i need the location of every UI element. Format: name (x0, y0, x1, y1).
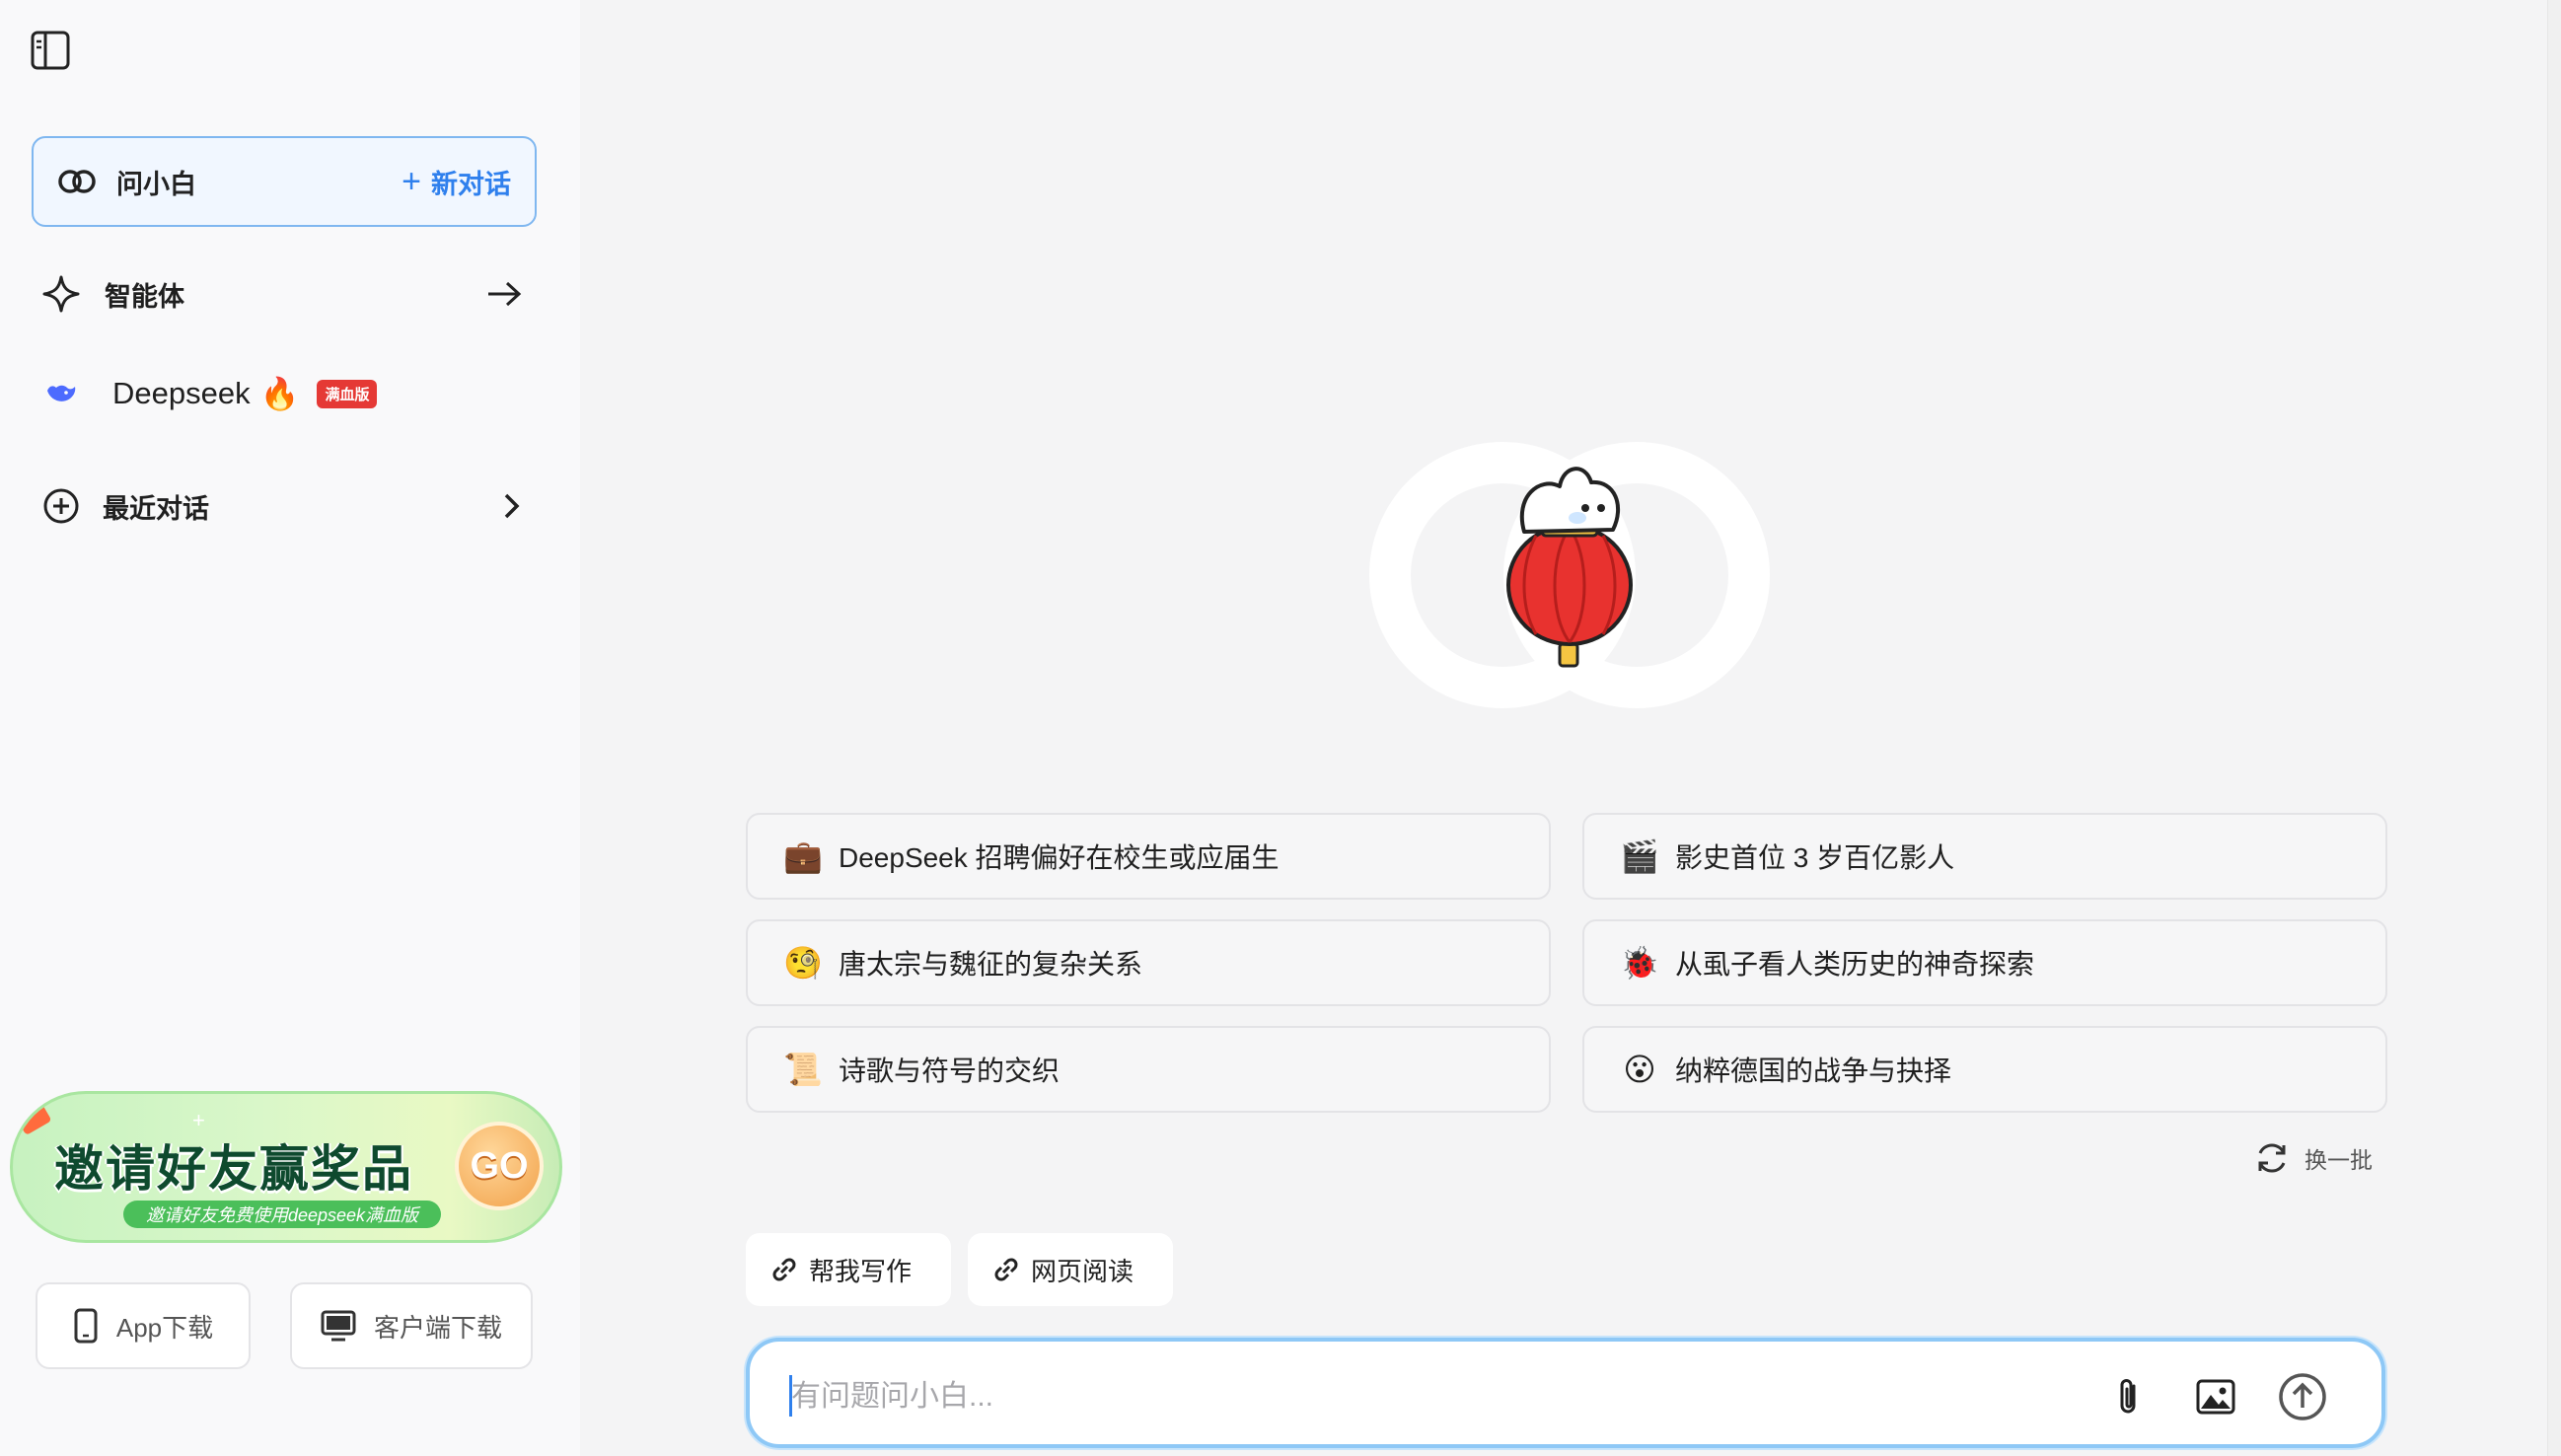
refresh-icon (2258, 1143, 2286, 1173)
suggestion-text: 唐太宗与魏征的复杂关系 (839, 949, 1143, 980)
suggestion-card[interactable]: 🎬 影史首位 3 岁百亿影人 (1582, 813, 2387, 900)
deepseek-whale-icon (39, 372, 83, 415)
sidebar-item-label: 智能体 (105, 281, 184, 312)
new-chat-label: 新对话 (431, 169, 511, 199)
link-icon (772, 1258, 796, 1281)
fire-icon: 🔥 (259, 376, 300, 411)
suggestion-text: 纳粹德国的战争与抉择 (1675, 1056, 1952, 1086)
suggestion-card[interactable]: 😮 纳粹德国的战争与抉择 (1582, 1026, 2387, 1113)
suggestion-text: 诗歌与符号的交织 (839, 1056, 1061, 1086)
chip-label: 网页阅读 (1031, 1256, 1134, 1286)
refresh-label: 换一批 (2305, 1147, 2373, 1173)
xiaobai-lantern-mascot-icon (1369, 442, 1770, 708)
promo-title: 邀请好友赢奖品 (54, 1140, 413, 1198)
full-version-badge: 满血版 (317, 379, 378, 408)
invite-friends-banner[interactable]: + 邀请好友赢奖品 邀请好友免费使用deepseek满血版 GO (10, 1091, 562, 1243)
bug-icon: 🐞 (1620, 945, 1659, 981)
page-scrollbar[interactable] (2547, 0, 2561, 1456)
monitor-icon (321, 1310, 356, 1342)
app-download-label: App下载 (115, 1312, 214, 1343)
help-me-write-button[interactable]: 帮我写作 (746, 1233, 951, 1306)
message-input-box (746, 1338, 2385, 1448)
upload-image-button[interactable] (2186, 1367, 2245, 1426)
chat-entry-xiaobai[interactable]: 问小白 + 新对话 (32, 136, 537, 227)
sidebar-item-deepseek[interactable]: Deepseek 🔥 满血版 (39, 359, 523, 428)
client-download-button[interactable]: 客户端下载 (290, 1282, 533, 1369)
go-button[interactable]: GO (455, 1122, 544, 1210)
sidebar-item-agents[interactable]: 智能体 (39, 259, 523, 328)
image-icon (2196, 1379, 2235, 1415)
arrow-right-icon (485, 279, 523, 309)
briefcase-icon: 💼 (783, 838, 823, 874)
surprised-face-icon: 😮 (1623, 1052, 1656, 1087)
xiaobai-logo-icon (57, 162, 97, 201)
monocle-face-icon: 🧐 (783, 945, 823, 981)
sidebar: 问小白 + 新对话 智能体 Deepseek 🔥 满血版 最近对话 + 邀请好友… (0, 0, 580, 1456)
suggestion-text: 从虱子看人类历史的神奇探索 (1675, 949, 2035, 980)
chevron-right-icon (499, 491, 523, 521)
suggestion-card[interactable]: 🧐 唐太宗与魏征的复杂关系 (746, 919, 1551, 1006)
sidebar-toggle-icon (31, 31, 70, 70)
suggestion-text: 影史首位 3 岁百亿影人 (1675, 842, 1955, 873)
main-panel: 💼 DeepSeek 招聘偏好在校生或应届生 🎬 影史首位 3 岁百亿影人 🧐 … (580, 0, 2547, 1456)
sidebar-toggle-button[interactable] (28, 28, 73, 73)
attach-file-button[interactable] (2099, 1367, 2159, 1426)
message-input[interactable] (791, 1369, 2074, 1424)
sparkle-icon (39, 272, 83, 316)
gift-tag-icon (15, 1101, 52, 1136)
web-reading-button[interactable]: 网页阅读 (968, 1233, 1173, 1306)
app-download-button[interactable]: App下载 (36, 1282, 251, 1369)
suggestion-card[interactable]: 📜 诗歌与符号的交织 (746, 1026, 1551, 1113)
scroll-icon: 📜 (783, 1052, 823, 1087)
chat-entry-label: 问小白 (116, 169, 196, 199)
suggestion-card[interactable]: 🐞 从虱子看人类历史的神奇探索 (1582, 919, 2387, 1006)
sidebar-item-label: 最近对话 (103, 493, 209, 524)
clapperboard-icon: 🎬 (1620, 838, 1659, 874)
refresh-suggestions-button[interactable]: 换一批 (2253, 1134, 2373, 1182)
client-download-label: 客户端下载 (373, 1312, 502, 1343)
arrow-up-circle-icon (2279, 1373, 2326, 1420)
paperclip-icon (2120, 1379, 2136, 1414)
phone-icon (74, 1308, 98, 1344)
send-button[interactable] (2273, 1367, 2332, 1426)
plus-circle-icon (39, 484, 83, 528)
suggestion-card[interactable]: 💼 DeepSeek 招聘偏好在校生或应届生 (746, 813, 1551, 900)
promo-subtitle: 邀请好友免费使用deepseek满血版 (123, 1201, 441, 1228)
suggestion-text: DeepSeek 招聘偏好在校生或应届生 (839, 842, 1280, 873)
chip-label: 帮我写作 (809, 1256, 913, 1286)
deepseek-label: Deepseek (112, 376, 251, 410)
sidebar-item-recent-chats[interactable]: 最近对话 (39, 472, 523, 541)
new-chat-button[interactable]: + 新对话 (402, 163, 511, 201)
link-icon (994, 1258, 1018, 1281)
plus-icon: + (402, 163, 421, 200)
